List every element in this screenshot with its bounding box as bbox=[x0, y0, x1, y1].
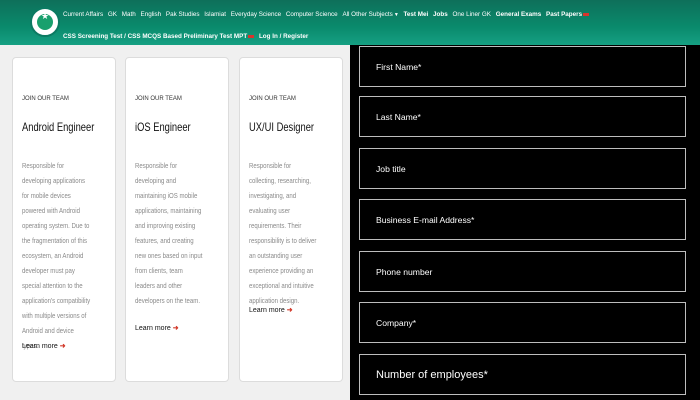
nav-login-register[interactable]: Log In / Register bbox=[259, 33, 308, 40]
nav-one-liner-gk[interactable]: One Liner GK bbox=[452, 11, 491, 18]
card-title: Android Engineer bbox=[22, 120, 95, 134]
nav-all-other-subjects-label: All Other Subjects bbox=[342, 11, 393, 18]
nav-css-screening-test[interactable]: CSS Screening Test / CSS MCQS Based Prel… bbox=[63, 33, 255, 40]
secondary-nav: CSS Screening Test / CSS MCQS Based Prel… bbox=[63, 33, 311, 40]
learn-more-link[interactable]: Learn more ➜ bbox=[135, 324, 179, 332]
card-title: iOS Engineer bbox=[135, 120, 191, 134]
last-name-field[interactable]: Last Name* bbox=[359, 96, 686, 137]
nav-test-mei[interactable]: Test Mei bbox=[404, 11, 429, 18]
arrow-right-icon: ➜ bbox=[286, 307, 293, 314]
arrow-right-icon: ➜ bbox=[172, 325, 179, 332]
business-email-placeholder: Business E-mail Address* bbox=[376, 214, 475, 225]
company-field[interactable]: Company* bbox=[359, 302, 686, 343]
card-kicker: JOIN OUR TEAM bbox=[249, 96, 296, 102]
site-header: ★ Current Affairs GK Math English Pak St… bbox=[0, 0, 700, 45]
job-card-ux-ui: JOIN OUR TEAM UX/UI Designer Responsible… bbox=[239, 57, 343, 382]
phone-number-field[interactable]: Phone number bbox=[359, 251, 686, 292]
learn-more-label: Learn more bbox=[22, 343, 58, 350]
card-description: Responsible for collecting, researching,… bbox=[249, 161, 317, 305]
nav-islamiat[interactable]: Islamiat bbox=[204, 11, 226, 18]
contact-form: First Name* Last Name* Job title Busines… bbox=[350, 45, 700, 400]
learn-more-label: Learn more bbox=[249, 307, 285, 314]
card-description: Responsible for developing applications … bbox=[22, 161, 91, 350]
nav-css-screening-label: CSS Screening Test / CSS MCQS Based Prel… bbox=[63, 33, 248, 40]
nav-current-affairs[interactable]: Current Affairs bbox=[63, 11, 103, 18]
number-of-employees-field[interactable]: Number of employees* bbox=[359, 354, 686, 395]
careers-section: JOIN OUR TEAM Android Engineer Responsib… bbox=[0, 45, 350, 400]
card-description: Responsible for developing and maintaini… bbox=[135, 161, 203, 305]
job-title-placeholder: Job title bbox=[376, 163, 406, 174]
site-logo[interactable]: ★ bbox=[30, 7, 60, 37]
job-title-field[interactable]: Job title bbox=[359, 148, 686, 189]
last-name-placeholder: Last Name* bbox=[376, 111, 421, 122]
nav-english[interactable]: English bbox=[141, 11, 162, 18]
phone-number-placeholder: Phone number bbox=[376, 266, 433, 277]
new-badge-icon bbox=[583, 12, 590, 16]
company-placeholder: Company* bbox=[376, 317, 417, 328]
card-title: UX/UI Designer bbox=[249, 120, 315, 134]
card-kicker: JOIN OUR TEAM bbox=[135, 96, 182, 102]
nav-past-papers-label: Past Papers bbox=[546, 11, 583, 18]
logo-star-icon: ★ bbox=[41, 12, 50, 22]
first-name-field[interactable]: First Name* bbox=[359, 46, 686, 87]
job-card-android: JOIN OUR TEAM Android Engineer Responsib… bbox=[12, 57, 116, 382]
learn-more-link[interactable]: Learn more ➜ bbox=[22, 342, 66, 350]
learn-more-label: Learn more bbox=[135, 325, 171, 332]
main-nav: Current Affairs GK Math English Pak Stud… bbox=[63, 11, 592, 18]
nav-jobs[interactable]: Jobs bbox=[433, 11, 448, 18]
nav-general-exams[interactable]: General Exams bbox=[496, 11, 542, 18]
arrow-right-icon: ➜ bbox=[59, 343, 66, 350]
new-badge-icon bbox=[248, 34, 255, 38]
nav-past-papers[interactable]: Past Papers bbox=[546, 11, 590, 18]
chevron-down-icon: ▼ bbox=[393, 12, 399, 18]
nav-computer-science[interactable]: Computer Science bbox=[286, 11, 338, 18]
nav-math[interactable]: Math bbox=[122, 11, 136, 18]
business-email-field[interactable]: Business E-mail Address* bbox=[359, 199, 686, 240]
nav-pak-studies[interactable]: Pak Studies bbox=[166, 11, 200, 18]
number-of-employees-placeholder: Number of employees* bbox=[376, 368, 488, 381]
nav-all-other-subjects[interactable]: All Other Subjects▼ bbox=[342, 11, 398, 18]
learn-more-link[interactable]: Learn more ➜ bbox=[249, 306, 293, 314]
job-card-ios: JOIN OUR TEAM iOS Engineer Responsible f… bbox=[125, 57, 229, 382]
first-name-placeholder: First Name* bbox=[376, 61, 422, 72]
card-kicker: JOIN OUR TEAM bbox=[22, 96, 69, 102]
nav-everyday-science[interactable]: Everyday Science bbox=[231, 11, 281, 18]
nav-gk[interactable]: GK bbox=[108, 11, 117, 18]
